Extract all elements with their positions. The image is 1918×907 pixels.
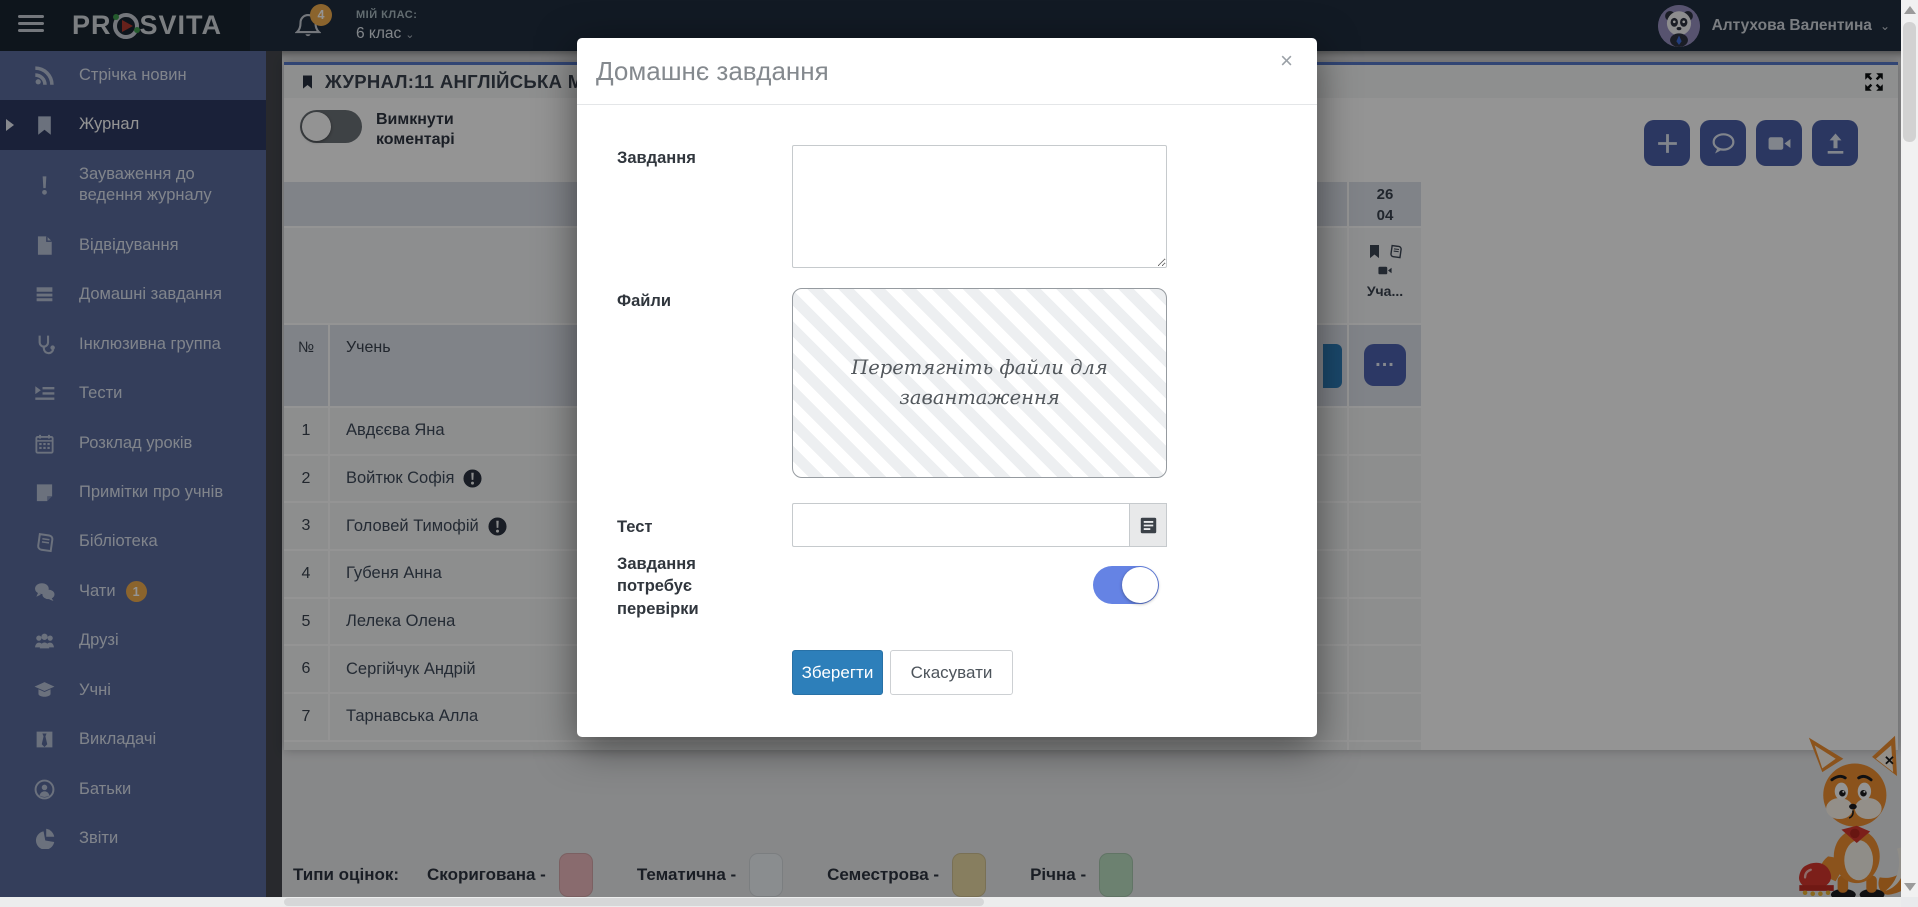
file-dropzone[interactable]: Перетягніть файли для завантаження bbox=[792, 288, 1167, 478]
test-label: Тест bbox=[617, 516, 652, 538]
cancel-button[interactable]: Скасувати bbox=[890, 650, 1013, 695]
horizontal-scrollbar[interactable] bbox=[0, 897, 1901, 907]
journal-lines-icon bbox=[1139, 516, 1158, 535]
scroll-up-icon bbox=[1904, 6, 1916, 14]
task-textarea[interactable] bbox=[792, 145, 1167, 268]
close-icon[interactable]: × bbox=[1280, 50, 1293, 72]
modal-title: Домашнє завдання bbox=[596, 56, 829, 87]
homework-modal: Домашнє завдання × Завдання Файли Перетя… bbox=[577, 38, 1317, 737]
check-label: Завдання потребує перевірки bbox=[617, 553, 729, 620]
task-label: Завдання bbox=[617, 147, 696, 169]
save-button[interactable]: Зберегти bbox=[792, 650, 883, 695]
files-label: Файли bbox=[617, 290, 671, 312]
page: PRSVITA 4 МІЙ КЛАС: 6 клас⌄ Алтухова Вал… bbox=[0, 0, 1918, 907]
needs-check-toggle[interactable] bbox=[1093, 566, 1159, 604]
modal-header: Домашнє завдання × bbox=[577, 38, 1317, 105]
dropzone-text: Перетягніть файли для завантаження bbox=[845, 353, 1115, 413]
vertical-scrollbar[interactable] bbox=[1901, 0, 1918, 897]
test-input[interactable] bbox=[792, 503, 1129, 547]
test-picker-button[interactable] bbox=[1129, 503, 1167, 547]
scrollbar-thumb bbox=[1903, 22, 1916, 142]
scroll-down-icon bbox=[1904, 883, 1916, 891]
